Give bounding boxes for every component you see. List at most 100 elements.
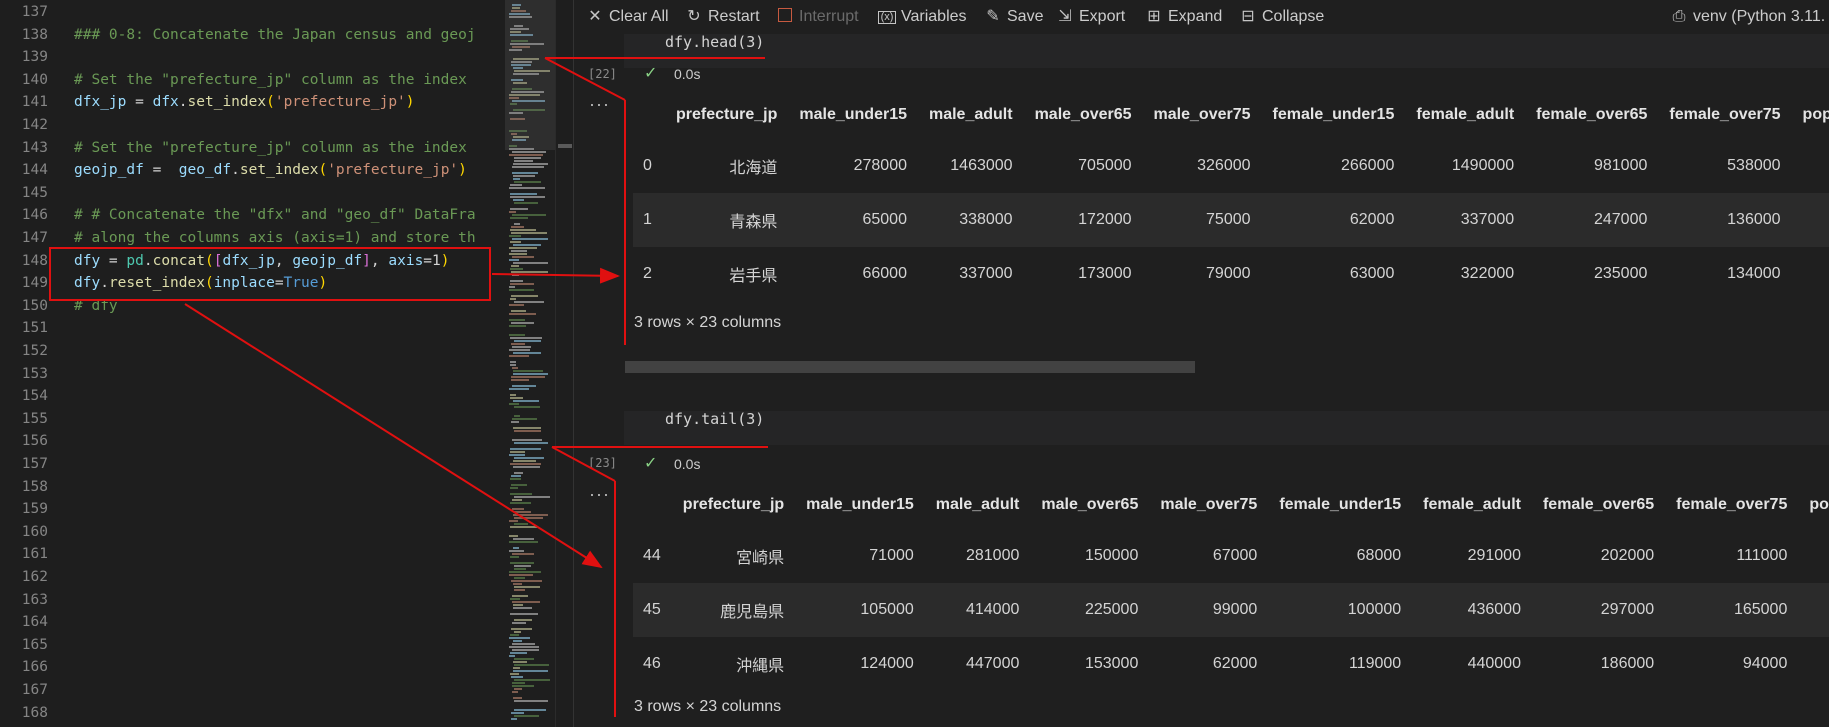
editor-line[interactable]: 148 dfy = pd.concat([dfx_jp, geojp_df], a… [0, 250, 505, 273]
editor-line[interactable]: 152 [0, 340, 505, 363]
editor-line[interactable]: 147 # along the columns axis (axis=1) and… [0, 227, 505, 250]
minimap-line [512, 439, 542, 441]
editor-line[interactable]: 164 [0, 611, 505, 634]
editor-line[interactable]: 160 [0, 521, 505, 544]
editor-line[interactable]: 151 [0, 317, 505, 340]
line-number: 155 [21, 410, 48, 427]
line-number: 142 [21, 117, 48, 133]
editor-scrollbar-thumb[interactable] [558, 144, 572, 148]
minimap-line [511, 712, 524, 714]
editor-line[interactable]: 144 geojp_df = geo_df.set_index('prefectu… [0, 159, 505, 182]
code-cell-1[interactable]: dfy.head(3) [624, 33, 1829, 68]
line-number: 165 [21, 636, 48, 653]
kernel-picker[interactable]: ⎙ venv (Python 3.11. [1670, 0, 1826, 34]
code-cell-2[interactable]: dfy.tail(3) [624, 410, 1829, 445]
table-cell: 338000 [959, 211, 1013, 228]
editor-line[interactable]: 145 [0, 182, 505, 205]
minimap-line [509, 313, 536, 315]
cell-1-output-menu[interactable]: ··· [589, 94, 610, 115]
variables-button[interactable]: (x) Variables [878, 0, 967, 34]
editor-scrollbar[interactable] [555, 0, 574, 727]
editor-line[interactable]: 159 [0, 498, 505, 521]
editor-line[interactable]: 161 [0, 543, 505, 566]
line-number: 139 [21, 49, 48, 66]
minimap-line [510, 193, 537, 195]
line-code: # Set the "prefecture_jp" column as the … [74, 137, 467, 160]
expand-button[interactable]: ⊞ Expand [1145, 0, 1222, 34]
save-button[interactable]: ✎ Save [984, 0, 1043, 34]
editor-line[interactable]: 158 [0, 476, 505, 499]
restart-icon: ↻ [687, 8, 701, 25]
editor-line[interactable]: 155 [0, 408, 505, 431]
editor-line[interactable]: 142 [0, 114, 505, 137]
editor-line[interactable]: 153 [0, 363, 505, 386]
line-number: 158 [21, 478, 48, 495]
cell-1-exec-count: [22] [588, 67, 617, 81]
editor-line[interactable]: 167 [0, 679, 505, 702]
editor-line[interactable]: 168 [0, 702, 505, 725]
line-number: 146 [21, 207, 48, 224]
table-cell: 153000 [1084, 655, 1139, 672]
editor-line[interactable]: 150 # dfy [0, 295, 505, 318]
minimap-line [514, 406, 540, 408]
dataframe-head-table: prefecture_jp male_under15 male_adult male_… [633, 90, 1829, 301]
editor-line[interactable]: 143 # Set the "prefecture_jp" column as t… [0, 137, 505, 160]
minimap-line [512, 601, 540, 603]
minimap-slider[interactable] [505, 0, 555, 150]
minimap-line [513, 427, 541, 429]
editor-line[interactable]: 141 dfx_jp = dfx.set_index('prefecture_jp… [0, 91, 505, 114]
minimap-line [513, 583, 522, 585]
editor-line[interactable]: 149 dfy.reset_index(inplace=True) [0, 272, 505, 295]
cell-2-code[interactable]: dfy.tail(3) [665, 410, 764, 428]
table-cell: 111000 [1736, 547, 1788, 564]
editor-line[interactable]: 165 [0, 634, 505, 657]
line-number: 162 [21, 569, 48, 585]
code-editor[interactable]: 137 138 ### 0-8: Concatenate the Japan cen… [0, 0, 505, 727]
cell-2-rows-summary: 3 rows × 23 columns [634, 698, 782, 715]
collapse-button[interactable]: ⊟ Collapse [1239, 0, 1324, 34]
minimap-line [514, 511, 531, 513]
editor-line[interactable]: 137 [0, 1, 505, 24]
minimap-line [509, 304, 524, 306]
code-token: concat [152, 252, 205, 269]
minimap-line [513, 178, 520, 180]
editor-line[interactable]: 154 [0, 385, 505, 408]
success-check-icon: ✓ [644, 455, 658, 472]
minimap-line [513, 460, 536, 462]
line-number: 137 [21, 4, 48, 20]
editor-line[interactable]: 139 [0, 46, 505, 69]
minimap-line [514, 202, 538, 204]
line-code: # Set the "prefecture_jp" column as the … [74, 69, 467, 92]
minimap-line [510, 502, 531, 504]
cell-2-output-menu[interactable]: ··· [589, 484, 610, 505]
editor-line[interactable]: 140 # Set the "prefecture_jp" column as t… [0, 69, 505, 92]
line-code: dfy.reset_index(inplace=True) [74, 272, 327, 295]
output-horizontal-scrollbar[interactable] [625, 361, 1195, 373]
minimap-line [513, 352, 541, 354]
restart-button[interactable]: ↻ Restart [685, 0, 759, 34]
code-token: # Set the "prefecture_jp" column as the … [74, 139, 467, 156]
interrupt-button[interactable]: Interrupt [778, 0, 859, 34]
code-token: dfx_jp [74, 94, 127, 111]
editor-line[interactable]: 162 [0, 566, 505, 589]
editor-line[interactable]: 156 [0, 430, 505, 453]
minimap-line [514, 301, 544, 303]
cell-1-code[interactable]: dfy.head(3) [665, 33, 764, 51]
editor-line[interactable]: 166 [0, 656, 505, 679]
editor-line[interactable]: 138 ### 0-8: Concatenate the Japan census… [0, 24, 505, 47]
minimap-line [510, 394, 516, 396]
line-number: 164 [21, 614, 48, 631]
editor-line[interactable]: 146 # # Concatenate the "dfx" and "geo_df… [0, 204, 505, 227]
column-header: prefecture_jp [682, 495, 785, 513]
export-button[interactable]: ⇲ Export [1056, 0, 1125, 34]
table-cell: 1463000 [950, 157, 1013, 174]
minimap-line [512, 643, 535, 645]
editor-line[interactable]: 157 [0, 453, 505, 476]
minimap-line [513, 400, 539, 402]
editor-line[interactable]: 163 [0, 589, 505, 612]
table-cell [1792, 247, 1829, 301]
column-header [633, 90, 665, 139]
clear-all-button[interactable]: ✕ Clear All [586, 0, 668, 34]
code-token: set_index [239, 162, 319, 179]
table-cell: 322000 [1460, 265, 1515, 282]
